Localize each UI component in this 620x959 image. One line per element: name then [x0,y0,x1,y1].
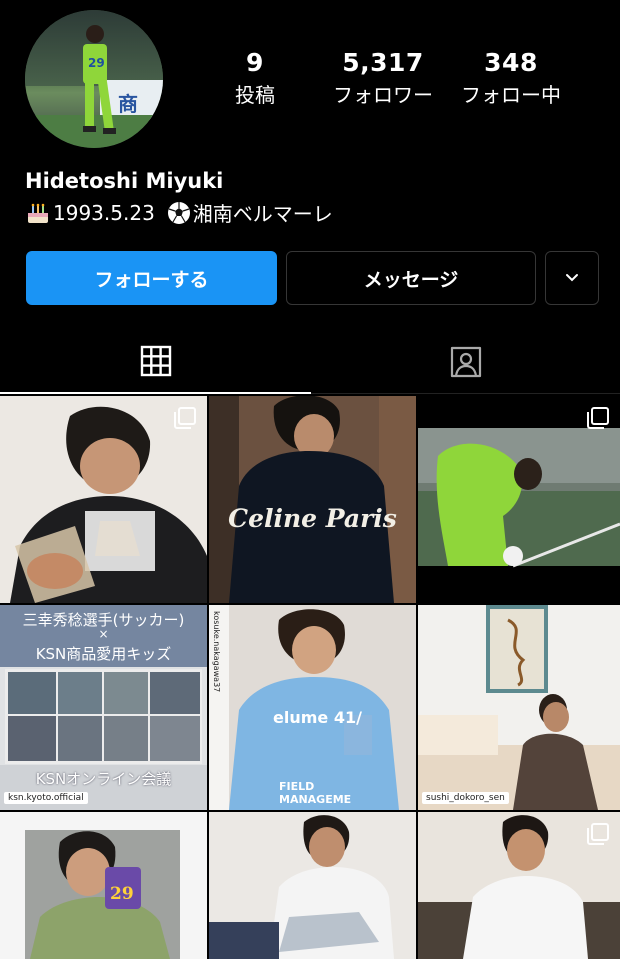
followers-stat[interactable]: 5,317 フォロワー [327,48,439,108]
bio-club: 湘南ベルマーレ [192,202,333,226]
follow-button[interactable]: フォローする [26,251,277,305]
post-image [209,396,416,603]
post-tag-label: kosuke.nakagawa37 [212,611,221,693]
tagged-icon [450,346,481,377]
post-image [418,605,620,810]
grid-icon [140,345,171,377]
post-tag-label: sushi_dokoro_sen [422,792,509,804]
post-tile[interactable] [418,812,620,959]
following-label: フォロー中 [461,83,561,107]
post-image [209,812,416,959]
message-button[interactable]: メッセージ [286,251,536,305]
shirt-sponsor-text: FIELD MANAGEME [279,780,352,806]
profile-name: Hidetoshi Miyuki [25,169,224,193]
post-tile[interactable] [209,812,416,959]
post-image [0,812,207,959]
post-tile[interactable]: 29 [0,812,207,959]
multi-photo-icon [174,407,196,429]
post-caption-subtitle: KSN商品愛用キッズ [35,645,172,663]
post-tag-label: ksn.kyoto.official [4,792,88,804]
post-tile[interactable]: elume 41/ FIELD MANAGEME kosuke.nakagawa… [209,605,416,810]
soccer-ball-icon [167,201,190,224]
post-tile[interactable]: Celine Paris [209,396,416,603]
shirt-text: elume 41/ [273,708,362,727]
post-tile[interactable]: sushi_dokoro_sen [418,605,620,810]
profile-bio: 1993.5.23 湘南ベルマーレ [25,198,333,227]
bio-birthday: 1993.5.23 [53,200,155,225]
profile-tabs [0,330,620,394]
posts-stat[interactable]: 9 投稿 [224,48,286,108]
post-caption-footer: KSNオンライン会議 [35,770,172,788]
posts-count: 9 [246,48,264,77]
tab-tagged[interactable] [311,330,620,394]
post-tile[interactable] [418,396,620,603]
svg-text:29: 29 [88,56,105,70]
post-caption-x: × [98,627,109,641]
followers-count: 5,317 [342,48,424,77]
posts-label: 投稿 [235,83,275,107]
celine-text: Celine Paris [228,504,397,533]
profile-avatar[interactable]: 商 29 [25,10,163,148]
multi-photo-icon [587,823,609,845]
suggested-accounts-button[interactable] [545,251,599,305]
birthday-cake-icon [28,203,48,223]
following-count: 348 [484,48,538,77]
player-figure: 29 [83,25,116,134]
following-stat[interactable]: 348 フォロー中 [455,48,567,108]
chevron-down-icon [566,274,578,282]
followers-label: フォロワー [333,83,433,107]
tab-posts-grid[interactable] [0,330,311,394]
multi-photo-icon [587,407,609,429]
post-tile[interactable] [0,396,207,603]
post-tile[interactable]: 三幸秀稔選手(サッカー) × KSN商品愛用キッズ KSNオンライン会議 ksn… [0,605,207,810]
post-number-text: 29 [110,884,134,904]
